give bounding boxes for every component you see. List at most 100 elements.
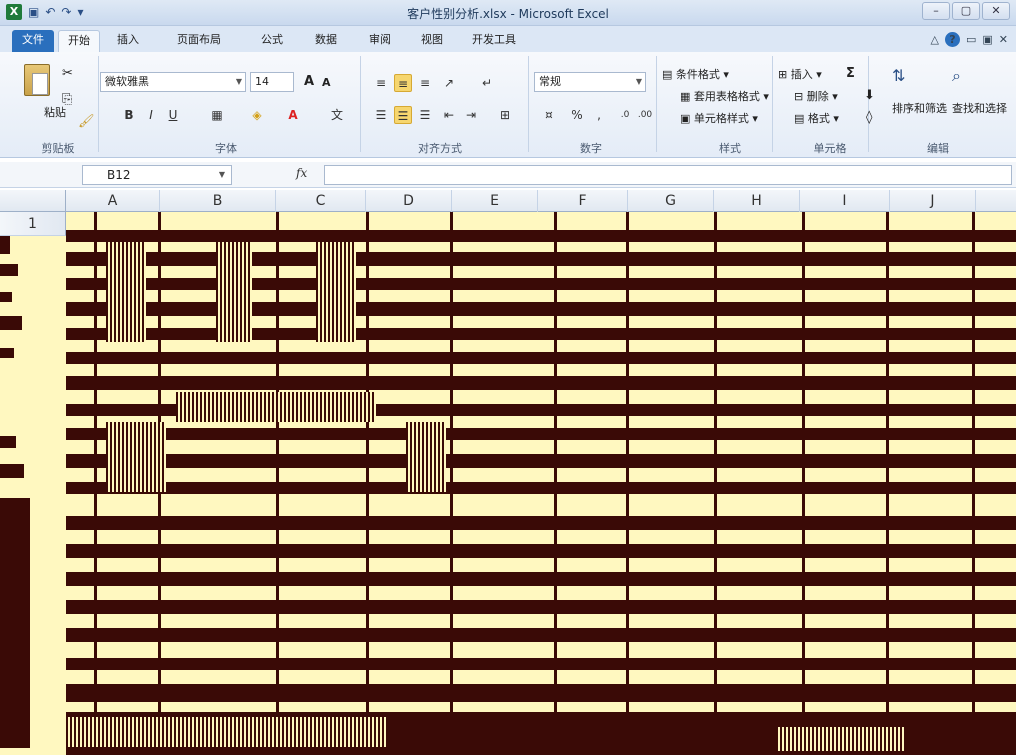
conditional-format-button[interactable]: ▤ 条件格式 ▾ bbox=[662, 66, 729, 82]
column-header-a[interactable]: A bbox=[66, 190, 160, 212]
window-title: 客户性别分析.xlsx - Microsoft Excel bbox=[407, 7, 609, 21]
tab-formulas[interactable]: 公式 bbox=[252, 30, 292, 52]
find-select-icon[interactable]: ⌕ bbox=[952, 66, 961, 86]
sort-filter-button[interactable]: 排序和筛选 bbox=[892, 100, 947, 116]
find-select-button[interactable]: 查找和选择 bbox=[952, 100, 1007, 116]
increase-decimal-icon[interactable]: .0 bbox=[616, 106, 634, 124]
number-format-value: 常规 bbox=[539, 75, 561, 88]
column-header-h[interactable]: H bbox=[714, 190, 800, 212]
format-cells-button[interactable]: ▤ 格式 ▾ bbox=[794, 110, 839, 126]
select-all-corner[interactable] bbox=[0, 190, 66, 212]
cell-styles-icon: ▣ bbox=[680, 112, 694, 125]
bold-icon[interactable]: B bbox=[120, 106, 138, 124]
font-name-value: 微软雅黑 bbox=[105, 75, 149, 88]
window-controls: – ▢ ✕ bbox=[922, 2, 1010, 20]
tab-review[interactable]: 审阅 bbox=[360, 30, 400, 52]
insert-function-icon[interactable]: fx bbox=[296, 166, 307, 180]
insert-cells-icon: ⊞ bbox=[778, 68, 791, 81]
fill-color-icon[interactable]: ◈ bbox=[248, 106, 266, 124]
number-format-combo[interactable]: 常规 ▼ bbox=[534, 72, 646, 92]
column-header-j[interactable]: J bbox=[890, 190, 976, 212]
minimize-ribbon-icon[interactable]: △ bbox=[931, 33, 939, 46]
wrap-text-icon[interactable]: ↵ bbox=[478, 74, 496, 92]
tab-insert[interactable]: 插入 bbox=[106, 30, 150, 52]
font-size-combo[interactable]: 14 bbox=[250, 72, 294, 92]
cell-styles-button[interactable]: ▣ 单元格样式 ▾ bbox=[680, 110, 758, 126]
chevron-down-icon: ▼ bbox=[218, 170, 225, 179]
align-right-icon[interactable]: ☰ bbox=[416, 106, 434, 124]
increase-indent-icon[interactable]: ⇥ bbox=[462, 106, 480, 124]
decrease-decimal-icon[interactable]: .00 bbox=[636, 106, 654, 124]
column-header-f[interactable]: F bbox=[538, 190, 628, 212]
table-format-button[interactable]: ▦ 套用表格格式 ▾ bbox=[680, 88, 769, 104]
group-label-font: 字体 bbox=[215, 142, 237, 155]
table-format-icon: ▦ bbox=[680, 90, 694, 103]
row-header-1[interactable]: 1 bbox=[0, 212, 66, 236]
delete-cells-label: 删除 bbox=[806, 90, 829, 103]
tab-page-layout[interactable]: 页面布局 bbox=[164, 30, 234, 52]
align-top-icon[interactable]: ≡ bbox=[372, 74, 390, 92]
tab-data[interactable]: 数据 bbox=[306, 30, 346, 52]
border-icon[interactable]: ▦ bbox=[208, 106, 226, 124]
paste-icon[interactable] bbox=[24, 64, 50, 96]
font-color-icon[interactable]: A bbox=[284, 106, 302, 124]
cell-styles-label: 单元格样式 bbox=[693, 112, 749, 125]
worksheet-grid[interactable] bbox=[66, 212, 1016, 755]
column-header-i[interactable]: I bbox=[800, 190, 890, 212]
column-header-d[interactable]: D bbox=[366, 190, 452, 212]
decrease-indent-icon[interactable]: ⇤ bbox=[440, 106, 458, 124]
orientation-icon[interactable]: ↗ bbox=[440, 74, 458, 92]
column-header-e[interactable]: E bbox=[452, 190, 538, 212]
close-icon[interactable]: ✕ bbox=[982, 2, 1010, 20]
group-label-editing: 编辑 bbox=[927, 142, 949, 155]
italic-icon[interactable]: I bbox=[142, 106, 160, 124]
cut-icon[interactable]: ✂ bbox=[62, 66, 73, 81]
close-doc-icon[interactable]: ✕ bbox=[999, 33, 1008, 46]
restore-doc-icon[interactable]: ▣ bbox=[982, 33, 992, 46]
sort-filter-icon[interactable]: ⇅ bbox=[892, 66, 905, 85]
minimize-icon[interactable]: – bbox=[922, 2, 950, 20]
autosum-button[interactable]: Σ bbox=[846, 66, 855, 81]
clear-icon[interactable]: ◊ bbox=[866, 110, 872, 125]
column-header-b[interactable]: B bbox=[160, 190, 276, 212]
tabs-right-controls: △ ? ▭ ▣ ✕ bbox=[931, 32, 1008, 47]
column-header-g[interactable]: G bbox=[628, 190, 714, 212]
copy-icon[interactable]: ⎘ bbox=[62, 92, 72, 107]
column-headers: A B C D E F G H I J bbox=[0, 190, 1016, 212]
name-box[interactable]: B12 ▼ bbox=[82, 165, 232, 185]
align-left-icon[interactable]: ☰ bbox=[372, 106, 390, 124]
tab-file[interactable]: 文件 bbox=[12, 30, 54, 52]
currency-icon[interactable]: ¤ bbox=[540, 106, 558, 124]
phonetic-icon[interactable]: 文 bbox=[328, 106, 346, 124]
insert-cells-button[interactable]: ⊞ 插入 ▾ bbox=[778, 66, 822, 82]
align-center-icon[interactable]: ☰ bbox=[394, 106, 412, 124]
font-name-combo[interactable]: 微软雅黑 ▼ bbox=[100, 72, 246, 92]
format-painter-icon[interactable]: 🖌 bbox=[78, 114, 95, 129]
tab-developer[interactable]: 开发工具 bbox=[462, 30, 526, 52]
group-separator bbox=[868, 56, 869, 152]
group-separator bbox=[772, 56, 773, 152]
grow-font-icon[interactable]: A bbox=[304, 74, 314, 89]
tab-home[interactable]: 开始 bbox=[58, 30, 100, 52]
ribbon-tabs: 文件 开始 插入 页面布局 公式 数据 审阅 视图 开发工具 △ ? ▭ ▣ ✕ bbox=[0, 26, 1016, 52]
underline-icon[interactable]: U bbox=[164, 106, 182, 124]
merge-center-icon[interactable]: ⊞ bbox=[496, 106, 514, 124]
align-bottom-icon[interactable]: ≡ bbox=[416, 74, 434, 92]
group-separator bbox=[98, 56, 99, 152]
percent-button[interactable]: % bbox=[568, 106, 586, 124]
tab-view[interactable]: 视图 bbox=[412, 30, 452, 52]
shrink-font-icon[interactable]: A bbox=[322, 76, 331, 89]
restore-window-icon[interactable]: ▭ bbox=[966, 33, 976, 46]
align-middle-icon[interactable]: ≡ bbox=[394, 74, 412, 92]
group-separator bbox=[360, 56, 361, 152]
formula-input[interactable] bbox=[324, 165, 1012, 185]
delete-cells-button[interactable]: ⊟ 删除 ▾ bbox=[794, 88, 838, 104]
group-label-number: 数字 bbox=[580, 142, 602, 155]
column-header-c[interactable]: C bbox=[276, 190, 366, 212]
comma-button[interactable]: , bbox=[590, 106, 608, 124]
fill-icon[interactable]: ⬇ bbox=[864, 88, 875, 103]
help-icon[interactable]: ? bbox=[944, 32, 960, 47]
title-bar: X ▣ ↶ ↷ ▾ 客户性别分析.xlsx - Microsoft Excel … bbox=[0, 0, 1016, 26]
chevron-down-icon: ▼ bbox=[635, 77, 642, 86]
maximize-icon[interactable]: ▢ bbox=[952, 2, 980, 20]
